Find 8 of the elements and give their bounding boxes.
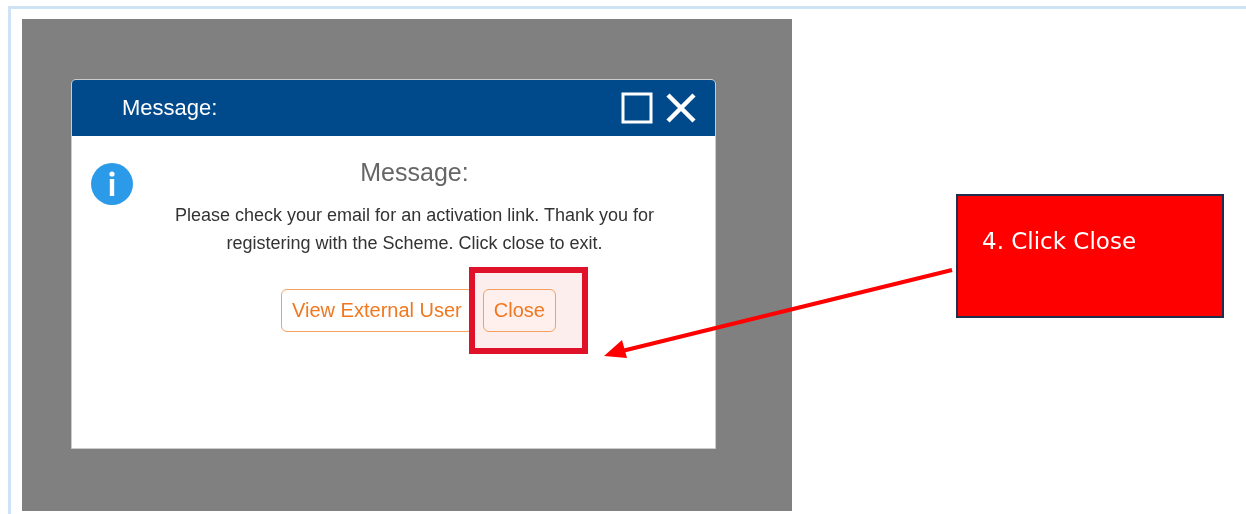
dialog-title: Message: bbox=[122, 95, 218, 121]
callout-text: 4. Click Close bbox=[982, 228, 1137, 254]
close-icon[interactable] bbox=[665, 92, 697, 124]
message-heading: Message: bbox=[360, 158, 469, 187]
info-icon bbox=[90, 162, 134, 206]
dialog-button[interactable]: Close bbox=[482, 289, 556, 332]
message-text: Please check your email for an activation link. Thank you for registering with the Scheme. Click close to exit. bbox=[174, 204, 655, 255]
maximize-icon[interactable] bbox=[621, 92, 653, 124]
